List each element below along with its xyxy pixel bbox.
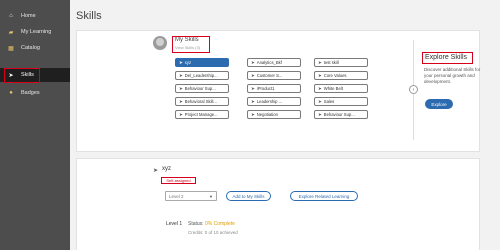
level-label: Level 1 — [166, 221, 183, 227]
skill-chip[interactable]: ➤ Core Values — [314, 71, 368, 80]
explore-related-learning-button[interactable]: Explore Related Learning — [290, 191, 358, 201]
self-assigned-badge: Self-assigned — [161, 177, 196, 184]
skill-name: xyz — [162, 166, 171, 172]
add-to-my-skills-button[interactable]: Add to My Skills — [226, 191, 271, 201]
sidebar-item-my-learning[interactable]: ▰ My Learning — [0, 25, 70, 39]
paper-plane-icon: ➤ — [251, 98, 255, 104]
level-select[interactable]: Level 2 ▼ — [165, 191, 217, 201]
avatar — [153, 36, 167, 50]
skill-chip[interactable]: ➤ Behavioral Skill... — [175, 97, 229, 106]
skill-detail-card — [76, 158, 480, 250]
skill-chip[interactable]: ➤ Analytics_Bkf — [247, 58, 301, 67]
paper-plane-icon: ➤ — [179, 98, 183, 104]
highlight-box — [422, 52, 473, 64]
paper-plane-icon: ➤ — [318, 98, 322, 104]
highlight-box — [4, 68, 40, 83]
collapse-arrow-button[interactable]: ‹ — [409, 85, 418, 94]
paper-plane-icon: ➤ — [251, 111, 255, 117]
skill-chip[interactable]: ➤ White Belt — [314, 84, 368, 93]
paper-plane-icon: ➤ — [179, 59, 183, 65]
paper-plane-icon: ➤ — [153, 168, 159, 174]
skill-chip[interactable]: ➤ Leadership ... — [247, 97, 301, 106]
skill-chip[interactable]: ➤ Sales — [314, 97, 368, 106]
skill-chip[interactable]: ➤ iProduct1 — [247, 84, 301, 93]
sidebar-item-label: Badges — [21, 90, 40, 96]
skill-chip[interactable]: ➤ Behaviour Sup... — [175, 84, 229, 93]
home-icon: ⌂ — [9, 13, 13, 19]
status-value: 0% Complete — [204, 221, 235, 227]
sidebar-item-catalog[interactable]: ▦ Catalog — [0, 41, 70, 55]
skill-chip[interactable]: ➤ xyz — [175, 58, 229, 67]
paper-plane-icon: ➤ — [318, 72, 322, 78]
paper-plane-icon: ➤ — [179, 72, 183, 78]
paper-plane-icon: ➤ — [251, 85, 255, 91]
chevron-down-icon: ▼ — [209, 193, 213, 199]
badge-icon: ● — [9, 90, 13, 96]
paper-plane-icon: ➤ — [318, 59, 322, 65]
paper-plane-icon: ➤ — [179, 85, 183, 91]
paper-plane-icon: ➤ — [318, 111, 322, 117]
status-text: Status: 0% Complete — [188, 221, 235, 227]
folder-icon: ▰ — [8, 29, 14, 36]
sidebar-item-label: Catalog — [21, 45, 40, 51]
skill-chip[interactable]: ➤ Project Manage... — [175, 110, 229, 119]
sidebar-item-home[interactable]: ⌂ Home — [0, 9, 70, 23]
paper-plane-icon: ➤ — [318, 85, 322, 91]
explore-skills-description: Discover additional Skills for your pers… — [424, 67, 481, 84]
chevron-left-icon: ‹ — [412, 86, 415, 93]
paper-plane-icon: ➤ — [251, 72, 255, 78]
paper-plane-icon: ➤ — [251, 59, 255, 65]
page-title: Skills — [76, 10, 102, 22]
sidebar-item-badges[interactable]: ● Badges — [0, 86, 70, 100]
skill-chip[interactable]: ➤ test skill — [314, 58, 368, 67]
skill-chip[interactable]: ➤ Del_Leadership... — [175, 71, 229, 80]
highlight-box — [172, 36, 210, 53]
paper-plane-icon: ➤ — [179, 111, 183, 117]
skill-chip[interactable]: ➤ Customer S... — [247, 71, 301, 80]
skill-chip[interactable]: ➤ Negotiation — [247, 110, 301, 119]
skill-chip[interactable]: ➤ Behaviour Sup... — [314, 110, 368, 119]
credits-text: Credits: 0 of 10 achieved — [188, 230, 238, 235]
sidebar-item-label: My Learning — [21, 29, 52, 35]
sidebar-item-label: Home — [21, 13, 36, 19]
grid-icon: ▦ — [8, 45, 14, 52]
explore-button[interactable]: Explore — [425, 99, 453, 109]
